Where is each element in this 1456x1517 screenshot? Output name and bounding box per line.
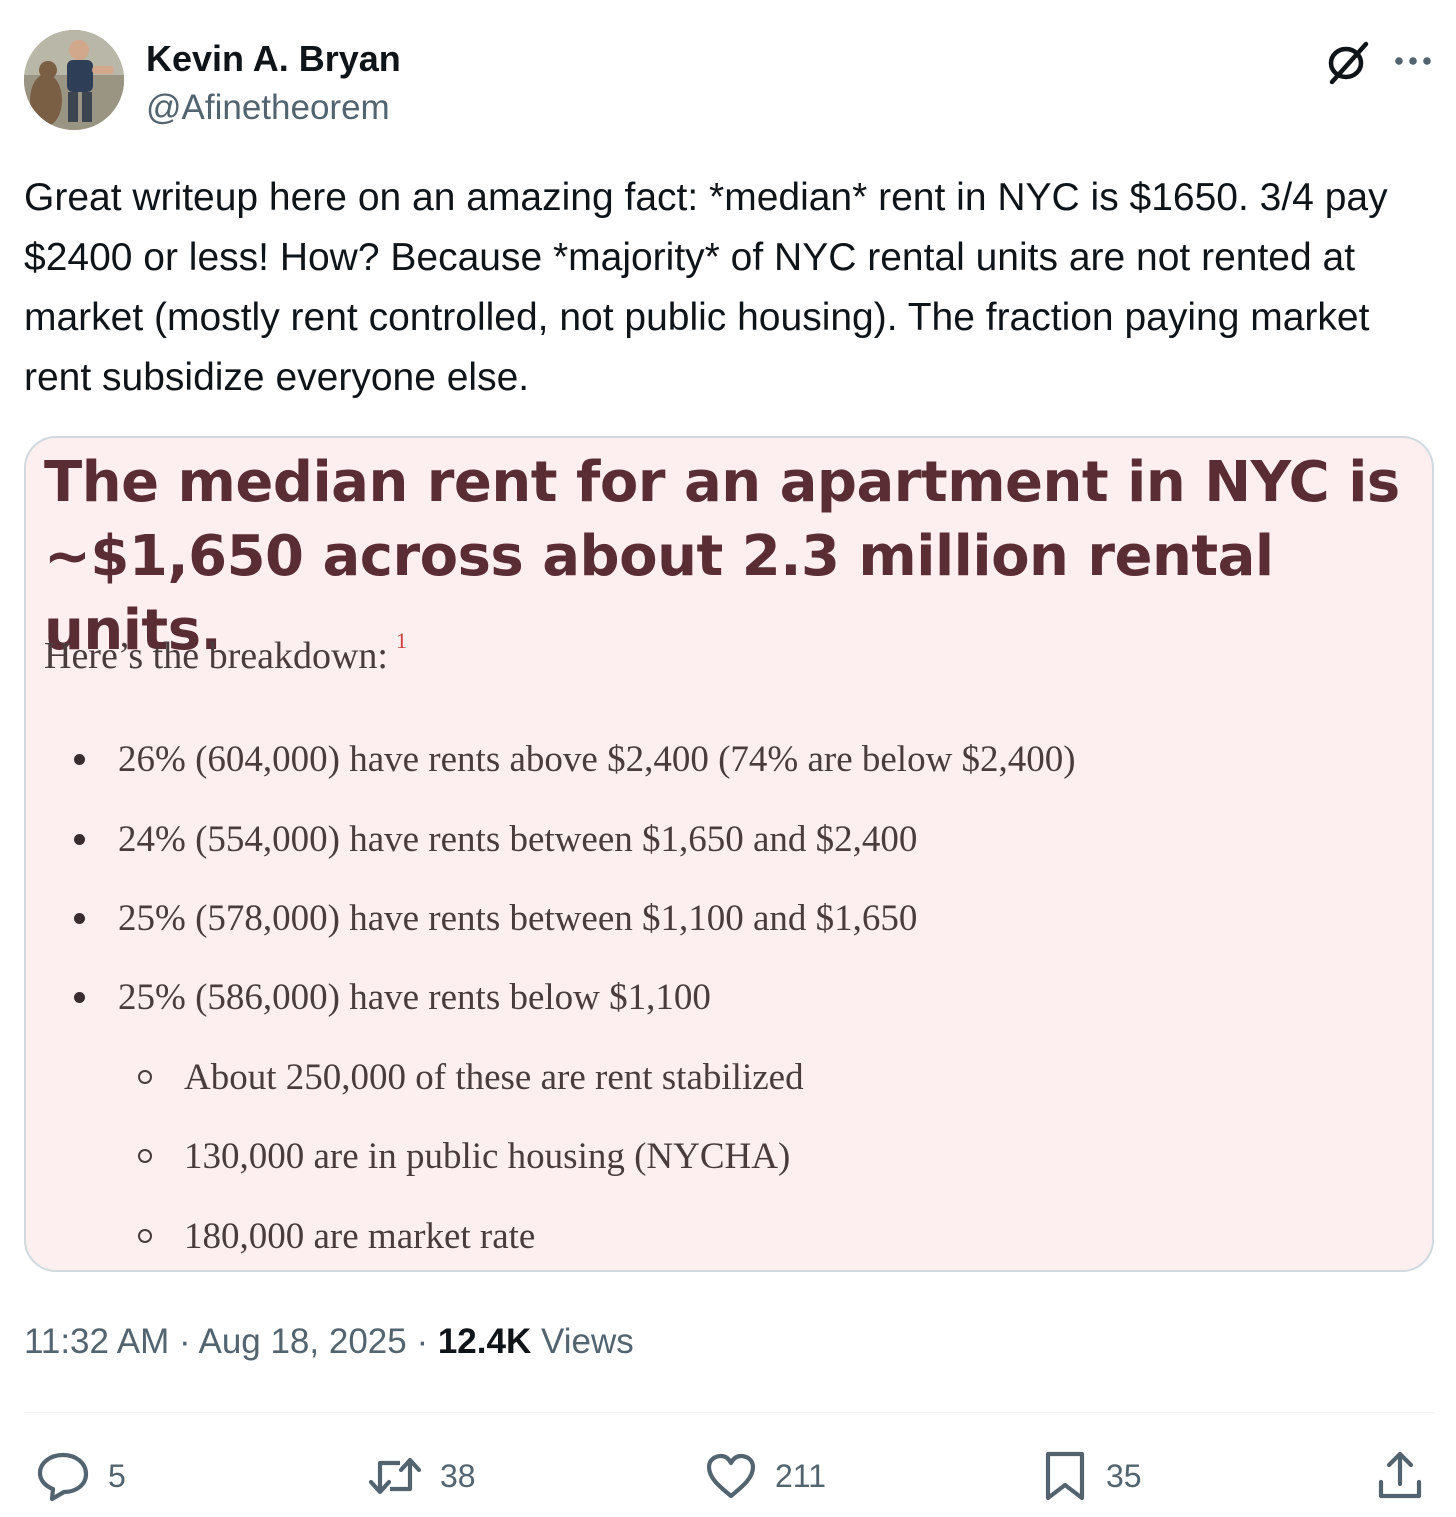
repost-icon <box>368 1457 422 1495</box>
bullet-dot <box>74 834 85 845</box>
bookmark-button[interactable]: 35 <box>1042 1448 1142 1504</box>
sub-list-item: 180,000 are market rate <box>138 1215 536 1258</box>
reply-count: 5 <box>108 1457 126 1494</box>
like-count: 211 <box>775 1457 827 1494</box>
sub-list-item-text: 180,000 are market rate <box>184 1216 536 1257</box>
bullet-ring <box>138 1070 152 1084</box>
bullet-ring <box>138 1229 152 1243</box>
sub-list-item-text: About 250,000 of these are rent stabiliz… <box>184 1057 804 1098</box>
bullet-ring <box>138 1149 152 1163</box>
sub-list-item: About 250,000 of these are rent stabiliz… <box>138 1056 804 1099</box>
meta-separator: · <box>179 1322 191 1361</box>
author-name[interactable]: Kevin A. Bryan <box>146 38 401 80</box>
more-icon[interactable] <box>1390 38 1436 84</box>
list-item: 25% (586,000) have rents below $1,100 <box>74 976 711 1019</box>
list-item-text: 24% (554,000) have rents between $1,650 … <box>118 819 918 860</box>
list-item-text: 25% (578,000) have rents between $1,100 … <box>118 898 918 939</box>
list-item: 26% (604,000) have rents above $2,400 (7… <box>74 738 1076 781</box>
footnote-marker: 1 <box>396 628 407 653</box>
tweet-time[interactable]: 11:32 AM <box>24 1322 169 1361</box>
views-label: Views <box>540 1322 634 1361</box>
repost-count: 38 <box>440 1457 476 1494</box>
bookmark-count: 35 <box>1106 1457 1142 1494</box>
grok-icon[interactable] <box>1324 38 1372 86</box>
tweet-meta: 11:32 AM · Aug 18, 2025 · 12.4K Views <box>24 1322 634 1362</box>
tweet-header: Kevin A. Bryan @Afinetheorem <box>24 30 1434 134</box>
list-item: 24% (554,000) have rents between $1,650 … <box>74 818 918 861</box>
views-count: 12.4K <box>437 1322 532 1361</box>
avatar-image <box>24 30 124 130</box>
tweet-media-card[interactable]: The median rent for an apartment in NYC … <box>24 436 1434 1272</box>
bullet-dot <box>74 913 85 924</box>
share-button[interactable] <box>1376 1448 1424 1504</box>
bookmark-icon <box>1045 1451 1085 1501</box>
sub-list-item: 130,000 are in public housing (NYCHA) <box>138 1135 791 1178</box>
meta-separator: · <box>416 1322 429 1361</box>
bullet-dot <box>74 754 85 765</box>
bullet-dot <box>74 992 85 1003</box>
author-handle[interactable]: @Afinetheorem <box>146 88 390 128</box>
divider <box>24 1412 1434 1413</box>
avatar[interactable] <box>24 30 124 130</box>
tweet-date[interactable]: Aug 18, 2025 <box>198 1322 406 1361</box>
breakdown-heading: Here’s the breakdown: 1 <box>44 628 407 678</box>
share-icon <box>1378 1451 1422 1499</box>
like-button[interactable]: 211 <box>705 1448 826 1504</box>
tweet-text: Great writeup here on an amazing fact: *… <box>24 176 1399 399</box>
list-item-text: 25% (586,000) have rents below $1,100 <box>118 977 711 1018</box>
breakdown-label: Here’s the breakdown: <box>44 635 388 677</box>
sub-list-item-text: 130,000 are in public housing (NYCHA) <box>184 1136 791 1177</box>
reply-button[interactable]: 5 <box>36 1448 126 1504</box>
repost-button[interactable]: 38 <box>368 1448 476 1504</box>
list-item: 25% (578,000) have rents between $1,100 … <box>74 897 918 940</box>
like-icon <box>706 1453 756 1499</box>
reply-icon <box>37 1452 89 1502</box>
list-item-text: 26% (604,000) have rents above $2,400 (7… <box>118 739 1076 780</box>
